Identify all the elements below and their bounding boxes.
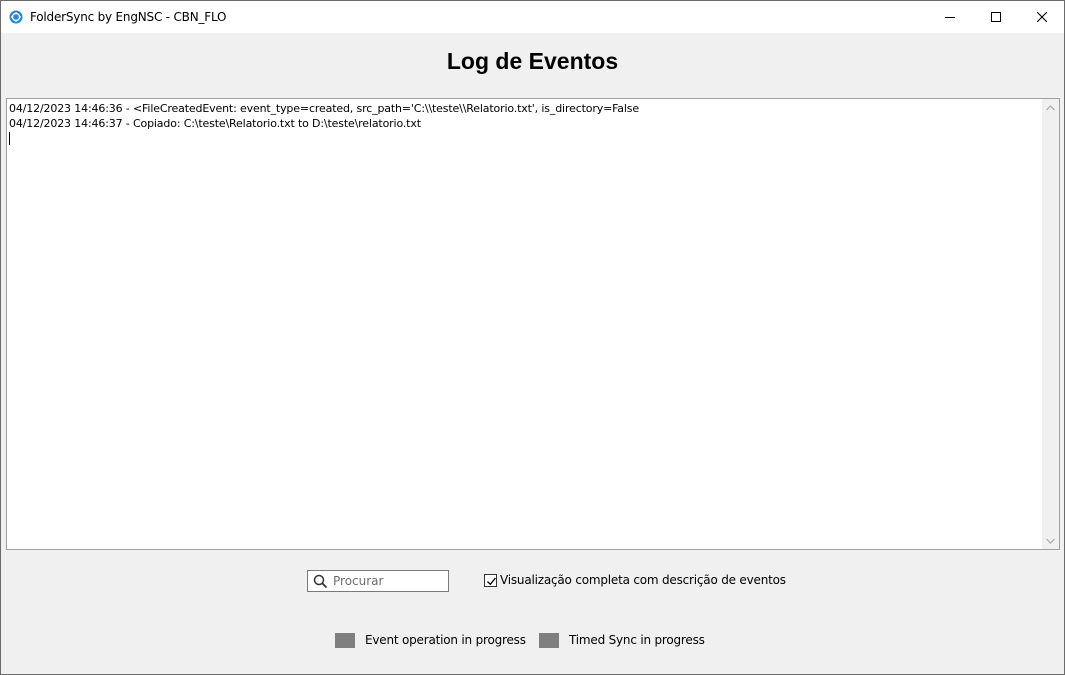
maximize-button[interactable] <box>973 1 1019 33</box>
event-log-textarea[interactable]: 04/12/2023 14:46:36 - <FileCreatedEvent:… <box>6 98 1060 550</box>
scroll-down-button[interactable] <box>1042 532 1059 549</box>
close-button[interactable] <box>1019 1 1065 33</box>
full-view-checkbox-label[interactable]: Visualização completa com descrição de e… <box>500 573 786 587</box>
chevron-up-icon <box>1046 104 1055 110</box>
checkmark-icon <box>487 577 497 586</box>
app-window: FolderSync by EngNSC - CBN_FLO Log de Ev… <box>0 0 1065 675</box>
timed-sync-label: Timed Sync in progress <box>569 633 705 647</box>
event-operation-label: Event operation in progress <box>365 633 526 647</box>
log-lines: 04/12/2023 14:46:36 - <FileCreatedEvent:… <box>9 101 1041 145</box>
vertical-scrollbar[interactable] <box>1042 99 1059 549</box>
minimize-button[interactable] <box>927 1 973 33</box>
sync-gear-icon <box>9 10 23 24</box>
chevron-down-icon <box>1046 538 1055 544</box>
maximize-icon <box>991 12 1001 22</box>
full-view-checkbox[interactable] <box>484 574 497 587</box>
text-caret <box>9 132 10 145</box>
close-icon <box>1037 12 1047 22</box>
log-line: 04/12/2023 14:46:37 - Copiado: C:\teste\… <box>9 117 421 130</box>
log-line: 04/12/2023 14:46:36 - <FileCreatedEvent:… <box>9 102 640 115</box>
event-operation-indicator <box>335 633 355 648</box>
search-icon <box>313 574 328 594</box>
scroll-up-button[interactable] <box>1042 99 1059 116</box>
minimize-icon <box>945 17 955 18</box>
page-title: Log de Eventos <box>446 48 619 74</box>
timed-sync-indicator <box>539 633 559 648</box>
search-input[interactable] <box>333 573 445 589</box>
search-box[interactable] <box>307 570 449 592</box>
window-title: FolderSync by EngNSC - CBN_FLO <box>30 10 227 24</box>
title-bar[interactable]: FolderSync by EngNSC - CBN_FLO <box>1 1 1064 33</box>
